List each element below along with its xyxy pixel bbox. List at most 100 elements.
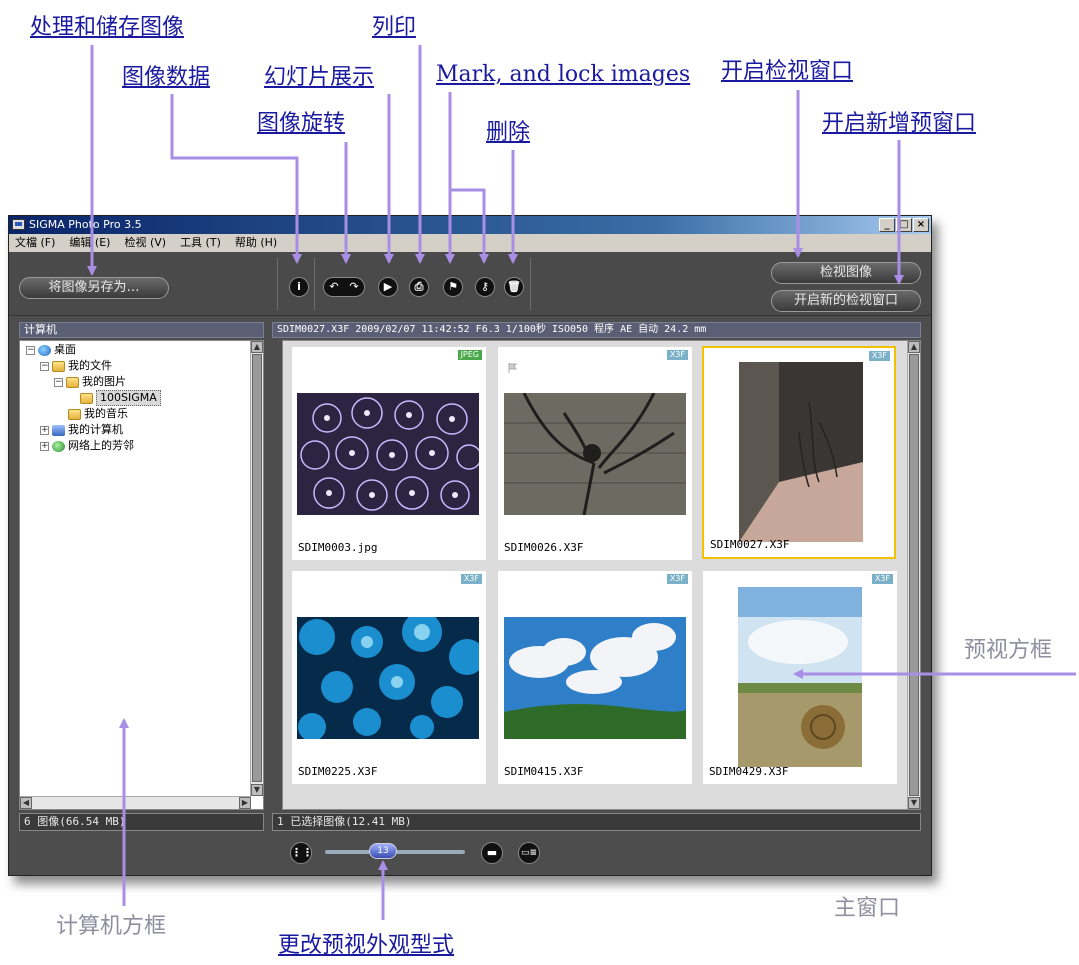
callout-rotate[interactable]: 图像旋转 — [257, 113, 345, 135]
callout-open-viewer[interactable]: 开启检视窗口 — [721, 61, 853, 83]
thumbnail-card[interactable]: JPEG SDIM0003.jpg — [292, 347, 486, 560]
view-image-button[interactable]: 检视图像 — [771, 262, 921, 284]
preview-status: 1 已选择图像(12.41 MB) — [272, 813, 921, 831]
format-badge: X3F — [666, 350, 688, 360]
thumbnail-image — [297, 393, 479, 515]
scroll-thumb[interactable] — [909, 354, 919, 796]
thumbnail-card[interactable]: X3F SDIM0429.X3F — [703, 571, 897, 784]
tree-item-my-pictures[interactable]: − 我的图片 — [54, 375, 126, 389]
list-view-icon[interactable]: ▭≡ — [518, 842, 540, 864]
scroll-down-icon[interactable]: ▼ — [908, 797, 920, 809]
callout-open-new-preview[interactable]: 开启新增预窗口 — [822, 113, 976, 135]
menu-file[interactable]: 文檔 (F) — [15, 234, 55, 252]
thumbnail-image — [504, 617, 686, 739]
lock-key-icon[interactable]: ⚷ — [475, 277, 495, 297]
tree-label: 我的图片 — [82, 375, 126, 388]
tree-label-selected: 100SIGMA — [96, 390, 161, 406]
thumbnail-filename: SDIM0003.jpg — [298, 541, 378, 554]
format-badge: X3F — [868, 351, 890, 361]
menu-tools[interactable]: 工具 (T) — [180, 234, 221, 252]
slideshow-icon[interactable]: ▶ — [378, 277, 398, 297]
grid-view-icon[interactable]: ⋮⋮ — [290, 842, 313, 864]
preview-vertical-scrollbar[interactable]: ▲ ▼ — [907, 341, 920, 809]
tree-item-my-music[interactable]: 我的音乐 — [68, 407, 128, 421]
thumbnail-card[interactable]: X3F SDIM0225.X3F — [292, 571, 486, 784]
scroll-down-icon[interactable]: ▼ — [251, 784, 263, 796]
window-title: SIGMA Photo Pro 3.5 — [29, 218, 142, 231]
tree-item-my-computer[interactable]: + 我的计算机 — [40, 423, 123, 437]
thumbnail-card[interactable]: X3F SDIM0026.X3F — [498, 347, 692, 560]
preview-grid: JPEG SDIM0003.jpg X3F SDIM0026.X3F X3F S… — [282, 340, 921, 810]
menu-bar: 文檔 (F) 编辑 (E) 检视 (V) 工具 (T) 帮助 (H) — [9, 234, 931, 252]
network-icon — [52, 440, 65, 452]
tree-label: 桌面 — [54, 343, 76, 356]
expand-icon[interactable]: + — [40, 425, 49, 435]
callout-computer-frame: 计算机方框 — [56, 914, 167, 939]
tree-item-100sigma[interactable]: 100SIGMA — [80, 390, 161, 406]
collapse-icon[interactable]: − — [26, 345, 35, 355]
info-icon[interactable]: i — [289, 277, 309, 297]
collapse-icon[interactable]: − — [54, 377, 63, 387]
thumbnail-image — [297, 617, 479, 739]
rotate-right-icon[interactable]: ↷ — [349, 278, 358, 296]
open-new-view-button[interactable]: 开启新的检视窗口 — [771, 290, 921, 312]
flag-icon[interactable]: ⚑ — [443, 277, 463, 297]
tree-item-my-documents[interactable]: − 我的文件 — [40, 359, 112, 373]
scroll-up-icon[interactable]: ▲ — [251, 341, 263, 353]
image-info-bar: SDIM0027.X3F 2009/02/07 11:42:52 F6.3 1/… — [272, 322, 921, 338]
toolbar: 将图像另存为… i ↶ ↷ ▶ ⎙ ⚑ ⚷ 🗑 检视图像 开启新的检视窗口 — [9, 252, 931, 316]
tree-label: 我的计算机 — [68, 423, 123, 436]
collapse-icon[interactable]: − — [40, 361, 49, 371]
computer-panel-title: 计算机 — [19, 322, 264, 338]
close-button[interactable]: × — [913, 218, 929, 232]
callout-save-store[interactable]: 处理和储存图像 — [30, 17, 184, 39]
main-window: SIGMA Photo Pro 3.5 _ □ × 文檔 (F) 编辑 (E) … — [8, 215, 932, 876]
tree-item-network[interactable]: + 网络上的芳邻 — [40, 439, 134, 453]
thumbnail-card[interactable]: X3F SDIM0415.X3F — [498, 571, 692, 784]
trash-icon[interactable]: 🗑 — [504, 277, 524, 297]
app-icon — [12, 219, 25, 230]
toolbar-separator — [530, 258, 531, 310]
scroll-up-icon[interactable]: ▲ — [908, 341, 920, 353]
title-bar: SIGMA Photo Pro 3.5 _ □ × — [9, 216, 931, 234]
scroll-thumb[interactable] — [252, 354, 262, 782]
toolbar-separator — [314, 258, 315, 310]
callout-print[interactable]: 列印 — [372, 17, 416, 39]
callout-change-preview[interactable]: 更改预视外观型式 — [278, 935, 454, 957]
thumbnail-filename: SDIM0026.X3F — [504, 541, 584, 554]
callout-mark-lock[interactable]: Mark, and lock images — [436, 64, 690, 86]
scroll-left-icon[interactable]: ◀ — [20, 797, 32, 809]
tree-label: 我的音乐 — [84, 407, 128, 420]
single-view-icon[interactable]: ▬ — [481, 842, 503, 864]
slider-knob[interactable]: 13 — [369, 843, 397, 859]
format-badge: JPEG — [457, 350, 482, 360]
print-icon[interactable]: ⎙ — [409, 277, 429, 297]
tree-item-desktop[interactable]: − 桌面 — [26, 343, 76, 357]
computer-icon — [52, 424, 65, 436]
tree-horizontal-scrollbar[interactable]: ◀ ▶ — [20, 796, 251, 809]
tree-vertical-scrollbar[interactable]: ▲ ▼ — [250, 341, 263, 796]
thumbnail-card-selected[interactable]: X3F SDIM0027.X3F — [702, 346, 896, 559]
toolbar-separator — [277, 258, 278, 310]
save-as-button[interactable]: 将图像另存为… — [19, 277, 169, 299]
minimize-button[interactable]: _ — [879, 218, 895, 232]
rotate-left-icon[interactable]: ↶ — [329, 278, 338, 296]
callout-main-window: 主窗口 — [834, 896, 901, 921]
callout-delete[interactable]: 删除 — [486, 122, 530, 144]
expand-icon[interactable]: + — [40, 441, 49, 451]
folder-open-icon — [80, 392, 93, 404]
menu-edit[interactable]: 编辑 (E) — [69, 234, 110, 252]
folder-tree: − 桌面 − 我的文件 − 我的图片 100SIGMA 我的音乐 + 我的计算机 — [19, 340, 264, 810]
menu-help[interactable]: 帮助 (H) — [235, 234, 277, 252]
scroll-right-icon[interactable]: ▶ — [239, 797, 251, 809]
window-controls: _ □ × — [879, 218, 929, 232]
thumbnail-filename: SDIM0027.X3F — [710, 538, 790, 551]
folder-icon — [66, 376, 79, 388]
flag-mark-icon — [508, 363, 518, 373]
maximize-button[interactable]: □ — [896, 218, 912, 232]
menu-view[interactable]: 检视 (V) — [124, 234, 166, 252]
callout-slideshow[interactable]: 幻灯片展示 — [264, 67, 374, 89]
computer-status: 6 图像(66.54 MB) — [19, 813, 264, 831]
tree-label: 我的文件 — [68, 359, 112, 372]
callout-image-data[interactable]: 图像数据 — [122, 67, 210, 89]
